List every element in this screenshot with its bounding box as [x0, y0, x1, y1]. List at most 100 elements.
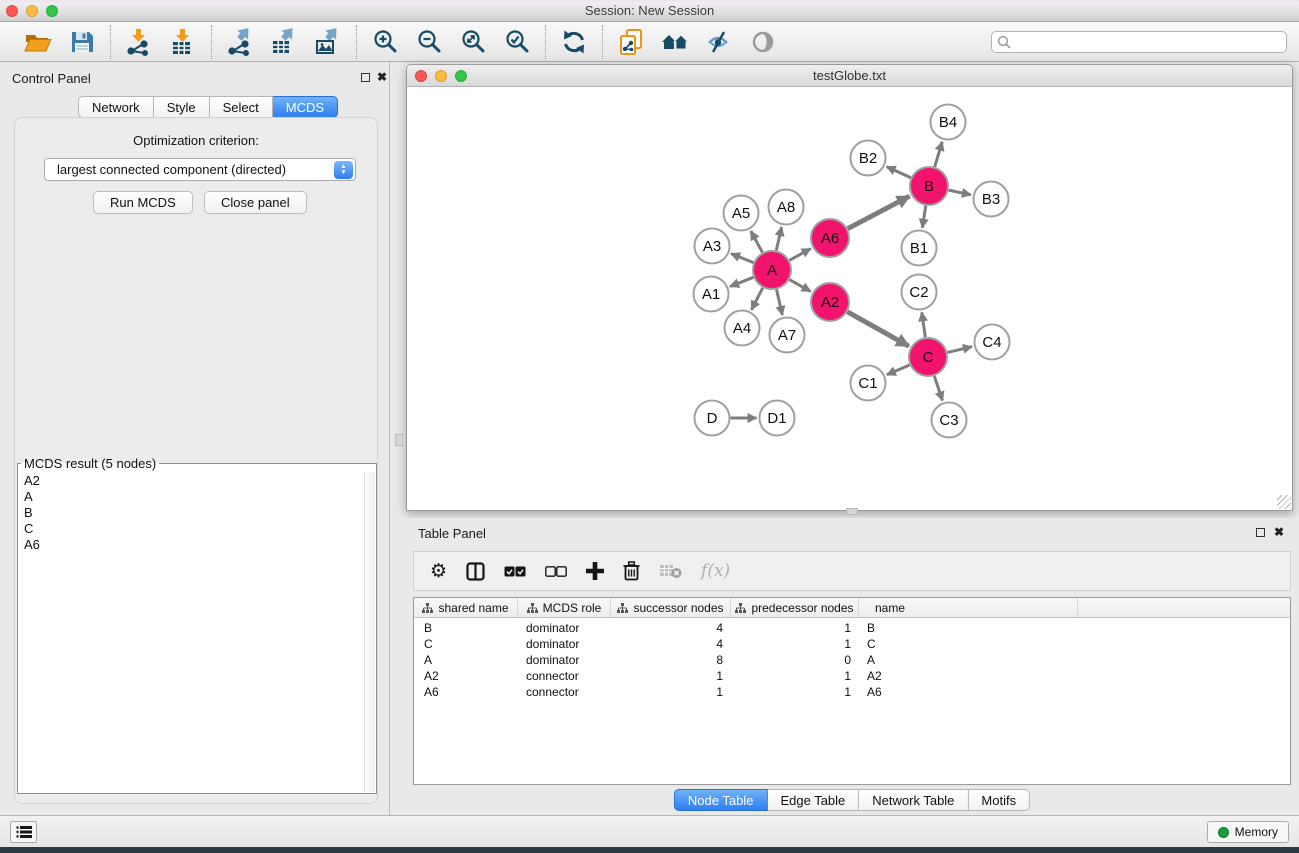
import-table-icon[interactable] — [167, 26, 199, 58]
graph-edge[interactable] — [949, 190, 971, 195]
graph-edge[interactable] — [922, 206, 926, 228]
minimize-window-button[interactable] — [26, 5, 38, 17]
run-mcds-button[interactable]: Run MCDS — [93, 191, 193, 214]
table-settings-gear-icon[interactable]: ⚙ — [430, 562, 447, 581]
graph-edge[interactable] — [751, 288, 762, 310]
tab-select[interactable]: Select — [210, 96, 273, 118]
tab-network-table[interactable]: Network Table — [859, 789, 968, 811]
result-item[interactable]: B — [24, 505, 376, 521]
refresh-icon[interactable] — [558, 26, 590, 58]
task-history-button[interactable] — [10, 821, 37, 843]
graph-edge[interactable] — [790, 280, 811, 292]
resize-grip[interactable] — [1277, 495, 1291, 509]
export-network-icon[interactable] — [224, 26, 256, 58]
col-predecessor-nodes[interactable]: predecessor nodes — [731, 598, 859, 617]
zoom-fit-icon[interactable] — [457, 26, 489, 58]
graph-node-D1[interactable]: D1 — [760, 401, 795, 436]
net-minimize-button[interactable] — [435, 70, 447, 82]
graph-node-C[interactable]: C — [909, 338, 947, 376]
optimization-criterion-select[interactable]: largest connected component (directed) ▲… — [44, 158, 356, 181]
graph-node-A5[interactable]: A5 — [724, 196, 759, 231]
export-table-icon[interactable] — [268, 26, 300, 58]
tab-style[interactable]: Style — [154, 96, 210, 118]
graph-node-A1[interactable]: A1 — [694, 277, 729, 312]
graph-edge[interactable] — [731, 254, 753, 263]
net-zoom-button[interactable] — [455, 70, 467, 82]
graph-node-D[interactable]: D — [695, 401, 730, 436]
zoom-out-icon[interactable] — [413, 26, 445, 58]
result-scrollbar[interactable] — [364, 472, 375, 792]
graph-node-A3[interactable]: A3 — [695, 229, 730, 264]
table-close-icon[interactable]: ✖ — [1274, 527, 1284, 537]
net-close-button[interactable] — [415, 70, 427, 82]
graph-node-C3[interactable]: C3 — [932, 403, 967, 438]
graph-edge[interactable] — [948, 347, 973, 353]
tab-motifs[interactable]: Motifs — [968, 789, 1030, 811]
graph-node-B2[interactable]: B2 — [851, 141, 886, 176]
table-row[interactable]: Cdominator41C — [414, 636, 1290, 652]
graph-edge[interactable] — [848, 196, 910, 229]
table-row[interactable]: Adominator80A — [414, 652, 1290, 668]
close-window-button[interactable] — [6, 5, 18, 17]
tab-node-table[interactable]: Node Table — [674, 789, 768, 811]
home-networks-icon[interactable] — [659, 26, 691, 58]
graph-node-A7[interactable]: A7 — [770, 318, 805, 353]
table-row[interactable]: Bdominator41B — [414, 620, 1290, 636]
graph-edge[interactable] — [922, 312, 926, 337]
export-image-icon[interactable] — [312, 26, 344, 58]
graph-node-A[interactable]: A — [753, 251, 791, 289]
graph-node-B[interactable]: B — [910, 167, 948, 205]
select-all-icon[interactable] — [504, 566, 526, 577]
duplicate-network-icon[interactable] — [615, 26, 647, 58]
graph-edge[interactable] — [776, 227, 781, 251]
col-mcds-role[interactable]: MCDS role — [518, 598, 611, 617]
graph-node-A4[interactable]: A4 — [725, 311, 760, 346]
delete-column-trash-icon[interactable] — [623, 561, 640, 581]
column-visibility-icon[interactable] — [466, 562, 485, 581]
zoom-selected-icon[interactable] — [501, 26, 533, 58]
search-input[interactable] — [991, 31, 1287, 53]
tab-network[interactable]: Network — [78, 96, 154, 118]
zoom-in-icon[interactable] — [369, 26, 401, 58]
hide-panels-icon[interactable] — [703, 26, 735, 58]
tab-edge-table[interactable]: Edge Table — [767, 789, 859, 811]
result-item[interactable]: C — [24, 521, 376, 537]
create-column-plus-icon[interactable] — [586, 562, 604, 580]
close-panel-button[interactable]: Close panel — [204, 191, 307, 214]
col-successor-nodes[interactable]: successor nodes — [611, 598, 731, 617]
graph-node-C4[interactable]: C4 — [975, 325, 1010, 360]
result-item[interactable]: A2 — [24, 473, 376, 489]
table-row[interactable]: A2connector11A2 — [414, 668, 1290, 684]
graph-node-C1[interactable]: C1 — [851, 366, 886, 401]
network-canvas[interactable]: B4 B2 B B3 B1 A5 A8 A3 A6 A A1 A4 A7 A2 … — [407, 87, 1292, 510]
deselect-all-icon[interactable] — [545, 566, 567, 577]
graph-node-B3[interactable]: B3 — [974, 182, 1009, 217]
graph-node-B4[interactable]: B4 — [931, 105, 966, 140]
result-item[interactable]: A — [24, 489, 376, 505]
graph-edge[interactable] — [934, 376, 942, 401]
tab-mcds[interactable]: MCDS — [273, 96, 338, 118]
splitter-handle-left[interactable] — [395, 434, 403, 446]
graph-edge[interactable] — [847, 312, 908, 346]
graph-node-A2[interactable]: A2 — [811, 283, 849, 321]
graph-node-A6[interactable]: A6 — [811, 219, 849, 257]
memory-button[interactable]: Memory — [1207, 821, 1289, 843]
col-shared-name[interactable]: shared name — [414, 598, 518, 617]
graph-edge[interactable] — [887, 167, 911, 178]
float-panel-icon[interactable] — [361, 73, 370, 82]
graph-edge[interactable] — [887, 365, 910, 375]
graph-node-A8[interactable]: A8 — [769, 190, 804, 225]
graph-edge[interactable] — [751, 231, 763, 252]
graph-edge[interactable] — [935, 142, 943, 167]
graph-edge[interactable] — [777, 290, 783, 316]
table-row[interactable]: A6connector11A6 — [414, 684, 1290, 700]
graph-node-B1[interactable]: B1 — [902, 231, 937, 266]
col-name[interactable]: name — [859, 598, 1078, 617]
zoom-window-button[interactable] — [46, 5, 58, 17]
result-item[interactable]: A6 — [24, 537, 376, 553]
open-session-icon[interactable] — [22, 26, 54, 58]
save-session-icon[interactable] — [66, 26, 98, 58]
graph-node-C2[interactable]: C2 — [902, 275, 937, 310]
import-network-icon[interactable] — [123, 26, 155, 58]
close-panel-icon[interactable]: ✖ — [377, 72, 387, 82]
